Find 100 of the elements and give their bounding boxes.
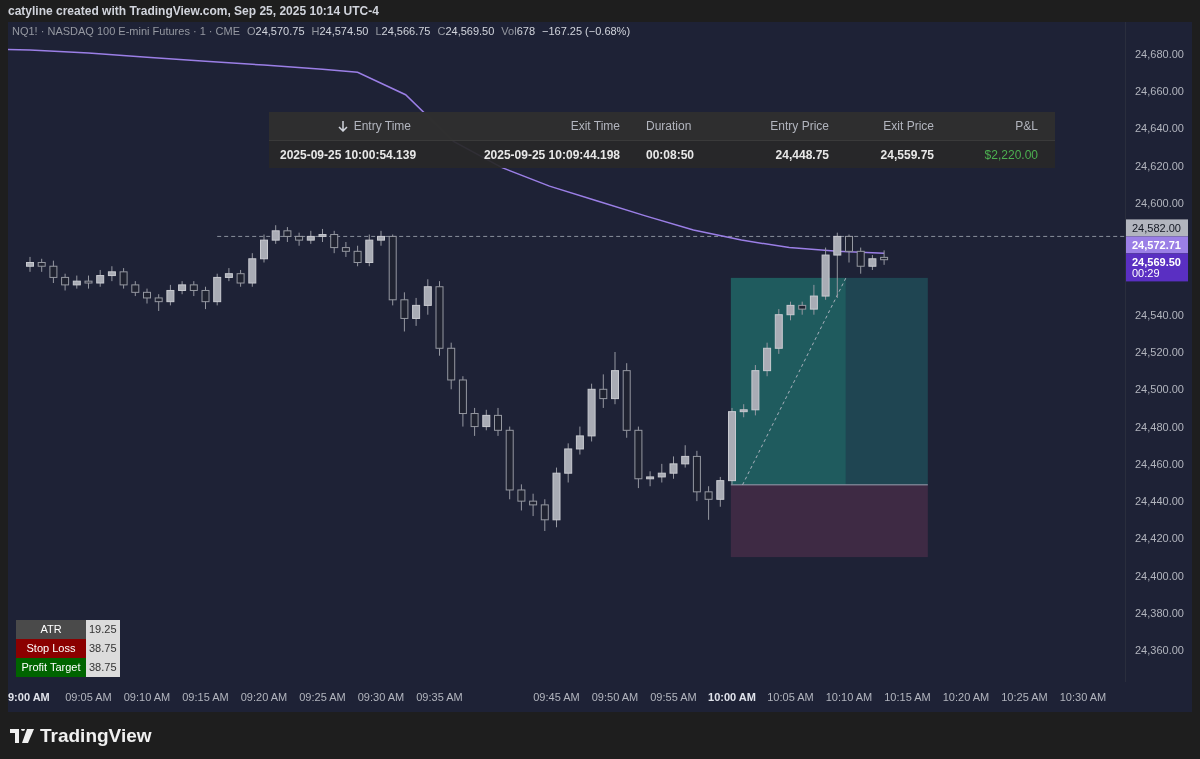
candlestick	[833, 232, 842, 299]
price-axis-label: 24,360.00	[1135, 644, 1184, 657]
candlestick	[751, 364, 760, 416]
candlestick	[482, 409, 491, 431]
candlestick	[213, 273, 222, 306]
candlestick	[529, 493, 538, 517]
atr-value: 19.25	[86, 620, 120, 639]
candlestick	[447, 342, 456, 390]
candlestick	[412, 297, 421, 327]
candlestick	[517, 483, 526, 511]
candlestick	[786, 301, 795, 321]
candlestick	[669, 455, 678, 480]
candlestick	[107, 265, 116, 282]
column-header[interactable]: P&L	[934, 119, 1038, 133]
candlestick	[845, 234, 853, 263]
candlestick	[72, 275, 81, 290]
price-axis-label: 24,600.00	[1135, 196, 1184, 209]
time-axis-label: 10:30 AM	[1059, 691, 1107, 703]
candlestick	[880, 249, 889, 266]
price-axis-label: 24,380.00	[1135, 607, 1184, 619]
brand-name: TradingView	[40, 724, 152, 747]
candlestick	[283, 226, 292, 243]
candlestick	[143, 288, 151, 305]
time-axis-label: 10:00 AM	[708, 691, 756, 703]
candlestick	[260, 234, 268, 263]
price-axis-label: 24,460.00	[1135, 457, 1184, 470]
candlestick	[318, 228, 327, 243]
stop-zone[interactable]	[730, 484, 928, 558]
candlestick	[96, 269, 105, 288]
candlestick	[470, 407, 479, 437]
candlestick	[423, 278, 432, 316]
candlestick	[26, 256, 34, 273]
price-axis-label: 24,400.00	[1135, 569, 1184, 582]
column-header[interactable]: Entry Price	[740, 119, 829, 133]
candlestick	[353, 245, 362, 267]
candlestick	[868, 254, 877, 271]
ohlc-value: O24,570.75	[247, 25, 305, 37]
candlestick	[400, 291, 409, 332]
candlestick	[763, 342, 772, 377]
table-cell-text: $2,220.00	[983, 147, 1038, 162]
candlestick	[599, 373, 608, 409]
candlestick	[494, 407, 502, 437]
candlestick	[388, 234, 397, 306]
time-axis-label: 09:55 AM	[650, 691, 697, 703]
candlestick	[61, 273, 70, 291]
candlestick	[295, 232, 304, 247]
candlestick	[798, 301, 807, 316]
candlestick	[84, 275, 93, 290]
time-axis-label: 10:15 AM	[884, 691, 931, 703]
candlestick	[716, 476, 725, 508]
time-axis-label: 09:45 AM	[533, 691, 580, 703]
candlestick	[657, 463, 666, 483]
price-tag: 24,569.50 00:29	[1126, 253, 1188, 282]
atr-label: ATR	[16, 620, 86, 639]
candlestick	[739, 403, 748, 418]
candlestick	[821, 247, 830, 301]
candlestick	[540, 498, 549, 532]
candlestick	[377, 230, 385, 247]
candlestick	[341, 241, 350, 258]
column-header[interactable]: Exit Price	[829, 119, 934, 133]
candlestick	[552, 467, 561, 528]
price-axis-label: 24,620.00	[1135, 159, 1184, 172]
price-tag: 24,582.00	[1126, 219, 1188, 237]
candlestick	[458, 375, 467, 428]
time-axis-label: 09:05 AM	[65, 691, 112, 703]
candlestick	[271, 224, 280, 245]
price-axis-label: 24,680.00	[1135, 47, 1184, 60]
candlestick	[575, 426, 584, 456]
candlestick	[178, 280, 187, 295]
candlestick	[704, 485, 713, 521]
table-cell-text: 2025-09-25 10:09:44.198	[482, 147, 620, 162]
time-axis-label: 09:30 AM	[357, 691, 405, 703]
table-cell-text: 24,448.75	[774, 147, 829, 162]
candlestick	[681, 444, 690, 469]
price-axis-label: 24,540.00	[1135, 308, 1184, 321]
price-axis-label: 24,420.00	[1135, 532, 1184, 545]
candlestick	[131, 280, 140, 297]
price-axis-label: 24,440.00	[1135, 495, 1184, 508]
ohlc-value: H24,574.50	[311, 25, 369, 37]
atr-value: 38.75	[86, 658, 120, 677]
table-cell-text: 00:08:50	[645, 147, 696, 162]
candlestick	[166, 284, 175, 306]
time-axis-label: 10:20 AM	[942, 691, 990, 703]
ohlc-value: Vol678	[501, 25, 535, 37]
table-cell-text: 2025-09-25 10:00:54.139	[280, 147, 418, 162]
candlestick	[236, 269, 245, 288]
column-header[interactable]: Exit Time	[421, 119, 620, 133]
price-tag: 24,572.71	[1126, 236, 1188, 254]
time-axis-label: 9:00 AM	[8, 691, 50, 703]
ohlc-value: C24,569.50	[437, 25, 495, 37]
candlestick	[564, 442, 573, 483]
atr-label: Profit Target	[16, 658, 86, 677]
column-header[interactable]: Entry Time	[280, 119, 421, 133]
candlestick	[201, 286, 210, 310]
atr-label: Stop Loss	[16, 639, 86, 658]
time-axis-label: 09:10 AM	[123, 691, 171, 703]
column-header[interactable]: Duration	[620, 119, 740, 133]
price-line[interactable]	[216, 235, 1126, 237]
price-axis-label: 24,480.00	[1135, 420, 1184, 433]
candlestick	[154, 293, 163, 312]
